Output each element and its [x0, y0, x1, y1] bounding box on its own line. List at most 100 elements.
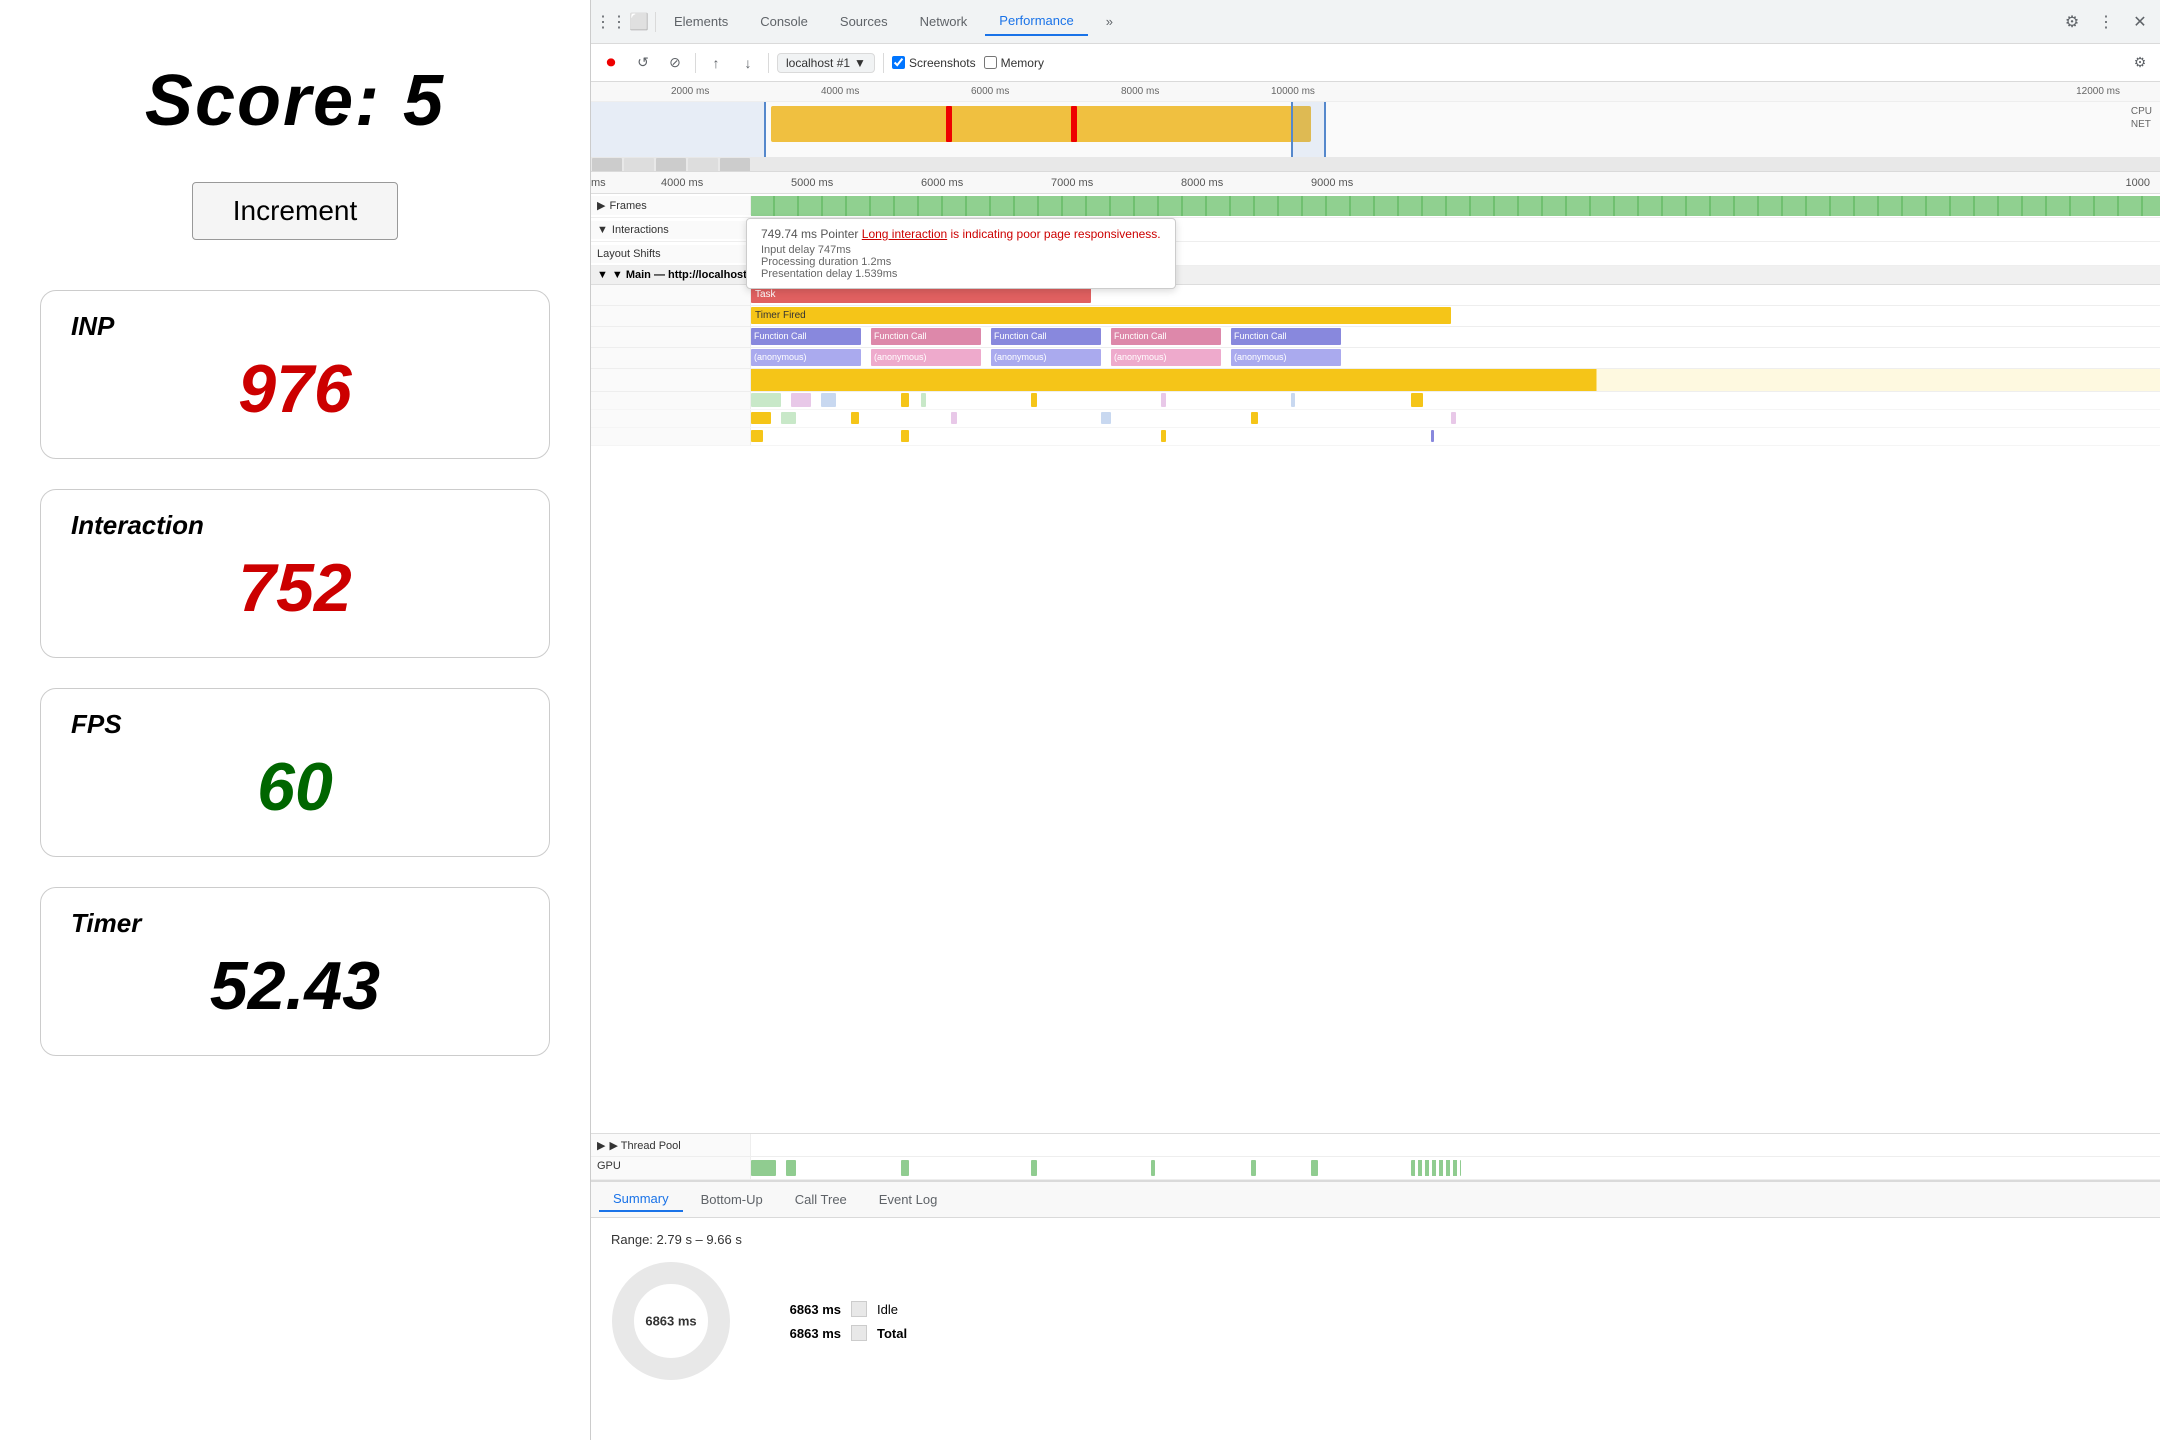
tab-network[interactable]: Network: [906, 8, 982, 35]
function-call-content: Function Call Function Call Function Cal…: [751, 327, 2160, 347]
screenshots-checkbox[interactable]: [892, 56, 905, 69]
main-thread-label: ▼ Main — http://localhost:5: [612, 269, 757, 281]
tab-calltree[interactable]: Call Tree: [781, 1188, 861, 1211]
clear-icon[interactable]: ⊘: [663, 51, 687, 75]
interaction-label: Interaction: [71, 510, 519, 541]
dropdown-icon: ▼: [854, 56, 866, 70]
marker-10000: 10000 ms: [1271, 86, 1315, 97]
total-box: [851, 1325, 867, 1341]
reload-icon[interactable]: ↺: [631, 51, 655, 75]
timeline-overview[interactable]: 2000 ms 4000 ms 6000 ms 8000 ms 10000 ms…: [591, 82, 2160, 172]
fr2-bar3: [851, 412, 859, 424]
url-selector[interactable]: localhost #1 ▼: [777, 53, 875, 73]
anon-bar-3: (anonymous): [991, 349, 1101, 366]
thumbnail: [720, 158, 750, 172]
screenshots-checkbox-label[interactable]: Screenshots: [892, 56, 976, 70]
flame-bar-yellow: [751, 369, 2160, 391]
upload-icon[interactable]: ↑: [704, 51, 728, 75]
fps-label: FPS: [71, 709, 519, 740]
flame-row-1: [591, 392, 2160, 410]
donut-chart: 6863 ms: [611, 1261, 731, 1381]
fr1-bar9: [1411, 393, 1423, 407]
fc-bar-4: Function Call: [1111, 328, 1221, 345]
screenshots-label: Screenshots: [909, 56, 976, 70]
tab-sources[interactable]: Sources: [826, 8, 902, 35]
cpu-usage-bar: [771, 106, 1311, 142]
idle-label: Idle: [877, 1302, 898, 1317]
detail-marker-9000: 9000 ms: [1311, 177, 1353, 189]
collapse-interactions-icon[interactable]: ▼: [597, 224, 608, 236]
more-icon[interactable]: ⋮: [2094, 10, 2118, 34]
expand-thread-icon[interactable]: ▶: [597, 1139, 605, 1152]
marker-8000: 8000 ms: [1121, 86, 1159, 97]
memory-label: Memory: [1001, 56, 1044, 70]
popup-link[interactable]: Long interaction: [862, 227, 947, 241]
flame-content-1: [751, 369, 2160, 391]
fr2-content: [751, 410, 2160, 427]
separator-3: [768, 53, 769, 73]
increment-button[interactable]: Increment: [192, 182, 399, 240]
interactions-label: ▼ Interactions: [591, 221, 751, 239]
popup-time: 749.74 ms: [761, 227, 817, 241]
popup-message: is indicating poor page responsiveness.: [951, 227, 1161, 241]
settings-icon[interactable]: ⚙: [2060, 10, 2084, 34]
tab-console[interactable]: Console: [746, 8, 822, 35]
gpu-bar-5: [1151, 1160, 1155, 1176]
fr3-bar4: [1431, 430, 1434, 442]
summary-main: 6863 ms 6863 ms Idle 6863 ms Total: [611, 1261, 2140, 1381]
expand-frames-icon[interactable]: ▶: [597, 199, 605, 212]
interaction-card: Interaction 752: [40, 489, 550, 658]
fr1-bar8: [1291, 393, 1295, 407]
fr1-content: [751, 392, 2160, 409]
devtools-icon-grid[interactable]: ⋮⋮: [599, 10, 623, 34]
inp-card: INP 976: [40, 290, 550, 459]
record-icon[interactable]: ⏺: [599, 51, 623, 75]
download-icon[interactable]: ↓: [736, 51, 760, 75]
gpu-bar-1: [751, 1160, 776, 1176]
capture-settings-icon[interactable]: ⚙: [2128, 51, 2152, 75]
devtools-tabbar: ⋮⋮ ⬜ Elements Console Sources Network Pe…: [591, 0, 2160, 44]
anon-bar-4: (anonymous): [1111, 349, 1221, 366]
gpu-bar-3: [901, 1160, 909, 1176]
time-ruler-overview: 2000 ms 4000 ms 6000 ms 8000 ms 10000 ms…: [591, 82, 2160, 102]
inp-label: INP: [71, 311, 519, 342]
selection-right[interactable]: [1291, 102, 1326, 157]
frames-track: ▶ Frames: [591, 194, 2160, 218]
fr3-content: [751, 428, 2160, 445]
fr2-bar7: [1451, 412, 1456, 424]
gpu-bar-2: [786, 1160, 796, 1176]
fr2-bar2: [781, 412, 796, 424]
devtools-icon-devices[interactable]: ⬜: [627, 10, 651, 34]
memory-checkbox-label[interactable]: Memory: [984, 56, 1044, 70]
fr1-bar3: [821, 393, 836, 407]
separator-2: [695, 53, 696, 73]
net-label: NET: [2131, 119, 2152, 130]
idle-ms: 6863 ms: [771, 1302, 841, 1317]
layout-shifts-text: Layout Shifts: [597, 248, 661, 260]
tab-more[interactable]: »: [1092, 8, 1127, 35]
detail-marker-ms: ms: [591, 177, 606, 189]
detail-marker-6000: 6000 ms: [921, 177, 963, 189]
fc-bar-2: Function Call: [871, 328, 981, 345]
memory-checkbox[interactable]: [984, 56, 997, 69]
thumbnail: [688, 158, 718, 172]
fr1-bar7: [1161, 393, 1166, 407]
tab-summary[interactable]: Summary: [599, 1187, 683, 1212]
popup-input-delay: Input delay 747ms: [761, 244, 1161, 256]
tab-eventlog[interactable]: Event Log: [865, 1188, 952, 1211]
fr2-label: [591, 410, 751, 427]
selection-left[interactable]: [591, 102, 766, 157]
interaction-popup: 749.74 ms Pointer Long interaction is in…: [746, 218, 1176, 289]
collapse-main-icon[interactable]: ▼: [597, 269, 608, 281]
flame-row-3: [591, 428, 2160, 446]
fr1-bar5: [921, 393, 926, 407]
gpu-label: GPU: [591, 1157, 751, 1179]
fr3-bar2: [901, 430, 909, 442]
tab-performance[interactable]: Performance: [985, 7, 1087, 36]
thread-pool-track: ▶ ▶ Thread Pool: [591, 1133, 2160, 1157]
thumbnail: [624, 158, 654, 172]
marker-12000: 12000 ms: [2076, 86, 2120, 97]
close-icon[interactable]: ✕: [2128, 10, 2152, 34]
tab-bottomup[interactable]: Bottom-Up: [687, 1188, 777, 1211]
tab-elements[interactable]: Elements: [660, 8, 742, 35]
